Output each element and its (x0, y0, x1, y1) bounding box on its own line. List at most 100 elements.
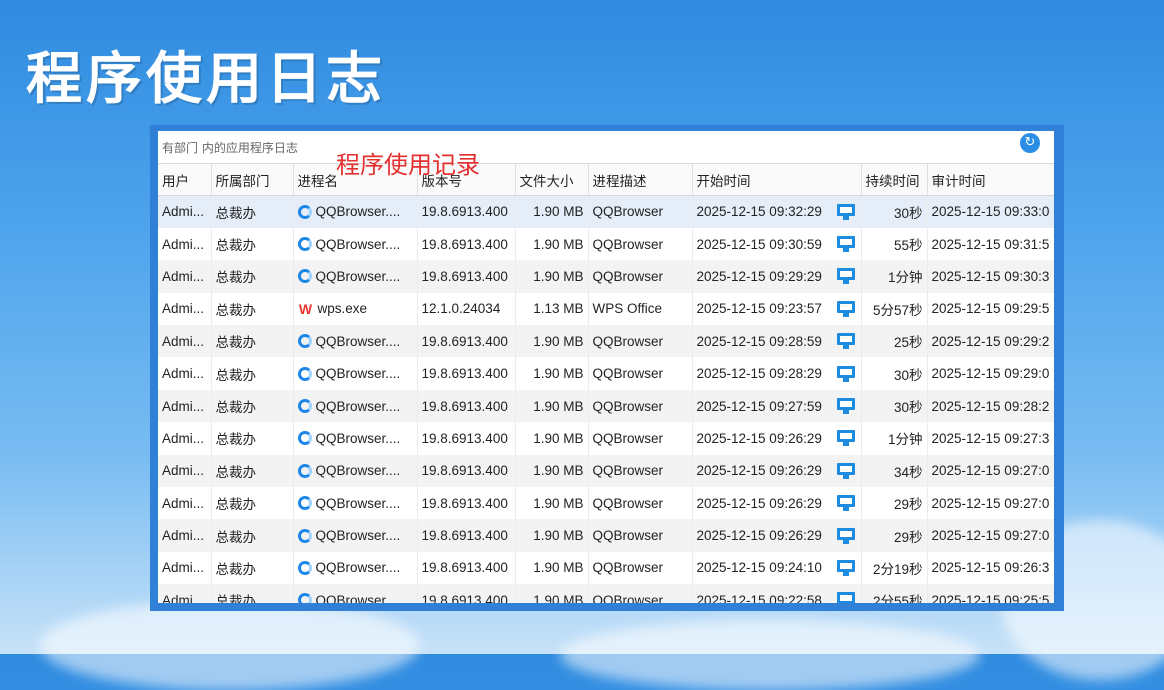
table-row[interactable]: Admi... 总裁办 QQBrowser.... 19.8.6913.400 1.90… (158, 260, 1054, 293)
dept-cell: 总裁办 (211, 487, 294, 520)
process-name: QQBrowser.... (315, 333, 401, 349)
dept-cell: 总裁办 (211, 584, 294, 603)
start-time-cell: 2025-12-15 09:26:29 (692, 422, 862, 455)
process-name: QQBrowser.... (315, 592, 401, 603)
monitor-icon[interactable] (836, 300, 855, 317)
user-cell: Admi... (158, 389, 212, 423)
process-cell: QQBrowser.... (293, 260, 418, 293)
monitor-icon[interactable] (836, 527, 855, 544)
process-name: QQBrowser.... (315, 430, 401, 446)
description-cell: QQBrowser (588, 584, 693, 603)
monitor-icon[interactable] (836, 333, 855, 350)
table-row[interactable]: Admi... 总裁办 QQBrowser.... 19.8.6913.400 1.90… (158, 422, 1054, 455)
annotation-label: 程序使用记录 (336, 151, 480, 179)
scope-description: 有部门 内的应用程序日志 (162, 141, 298, 155)
monitor-icon[interactable] (836, 203, 855, 220)
audit-time-cell: 2025-12-15 09:27:3 (927, 422, 1054, 455)
audit-time-cell: 2025-12-15 09:30:3 (927, 260, 1054, 293)
user-cell: Admi... (158, 260, 212, 293)
description-cell: QQBrowser (588, 519, 693, 552)
start-time-text: 2025-12-15 09:23:57 (696, 301, 822, 317)
process-cell: QQBrowser.... (293, 422, 418, 455)
column-header[interactable]: 持续时间 (861, 163, 928, 196)
process-cell: QQBrowser.... (293, 357, 418, 390)
start-time-text: 2025-12-15 09:29:29 (696, 268, 822, 284)
table-row[interactable]: Admi... 总裁办 QQBrowser.... 19.8.6913.400 1.90… (158, 551, 1054, 585)
dept-cell: 总裁办 (211, 292, 294, 326)
user-cell: Admi... (158, 292, 212, 326)
duration-cell: 29秒 (861, 519, 928, 552)
column-header[interactable]: 文件大小 (515, 163, 589, 196)
process-name: QQBrowser.... (315, 528, 401, 544)
start-time-cell: 2025-12-15 09:28:59 (692, 325, 862, 358)
monitor-icon[interactable] (836, 365, 855, 382)
table-row[interactable]: Admi... 总裁办 QQBrowser.... 19.8.6913.400 1.90… (158, 389, 1054, 423)
column-header[interactable]: 进程描述 (588, 163, 693, 196)
size-cell: 1.90 MB (515, 519, 589, 552)
monitor-icon[interactable] (836, 462, 855, 479)
version-cell: 19.8.6913.400 (417, 260, 516, 293)
slide-title: 程序使用日志 (26, 47, 386, 112)
description-cell: QQBrowser (588, 422, 693, 455)
column-header[interactable]: 开始时间 (692, 163, 862, 196)
column-header[interactable]: 用户 (158, 163, 212, 196)
qqbrowser-icon (297, 269, 312, 284)
user-cell: Admi... (158, 454, 212, 488)
monitor-icon[interactable] (836, 268, 855, 285)
duration-cell: 2分55秒 (861, 584, 928, 603)
table-row[interactable]: Admi... 总裁办 QQBrowser.... 19.8.6913.400 1.90… (158, 454, 1054, 488)
version-cell: 19.8.6913.400 (417, 422, 516, 455)
audit-time-cell: 2025-12-15 09:26:3 (927, 551, 1054, 585)
version-cell: 19.8.6913.400 (417, 551, 516, 585)
monitor-icon[interactable] (836, 495, 855, 512)
table-row[interactable]: Admi... 总裁办 QQBrowser.... 19.8.6913.400 1.90… (158, 584, 1054, 603)
refresh-icon[interactable]: ↻ (1020, 133, 1040, 153)
dept-cell: 总裁办 (211, 195, 294, 228)
size-cell: 1.90 MB (515, 389, 589, 423)
size-cell: 1.13 MB (515, 292, 589, 326)
version-cell: 12.1.0.24034 (417, 292, 516, 326)
start-time-text: 2025-12-15 09:24:10 (696, 560, 822, 576)
monitor-icon[interactable] (836, 559, 855, 576)
table-row[interactable]: Admi... 总裁办 QQBrowser.... 19.8.6913.400 1.90… (158, 519, 1054, 552)
size-cell: 1.90 MB (515, 227, 589, 261)
duration-cell: 1分钟 (861, 260, 928, 293)
audit-time-cell: 2025-12-15 09:29:2 (927, 325, 1054, 358)
process-cell: QQBrowser.... (293, 195, 418, 228)
start-time-text: 2025-12-15 09:32:29 (696, 204, 822, 220)
table-row[interactable]: Admi... 总裁办 QQBrowser.... 19.8.6913.400 1.90… (158, 195, 1054, 228)
monitor-icon[interactable] (836, 592, 855, 603)
table-row[interactable]: Admi... 总裁办 QQBrowser.... 19.8.6913.400 1.90… (158, 487, 1054, 520)
start-time-text: 2025-12-15 09:26:29 (696, 430, 822, 446)
user-cell: Admi... (158, 584, 212, 603)
process-cell: QQBrowser.... (293, 227, 418, 261)
column-header[interactable]: 审计时间 (927, 163, 1054, 196)
monitor-icon[interactable] (836, 430, 855, 447)
size-cell: 1.90 MB (515, 260, 589, 293)
start-time-text: 2025-12-15 09:27:59 (696, 398, 822, 414)
column-header[interactable]: 所属部门 (211, 163, 294, 196)
table-row[interactable]: Admi... 总裁办 QQBrowser.... 19.8.6913.400 1.90… (158, 227, 1054, 261)
window-topbar: 有部门 内的应用程序日志 ↻ (158, 131, 1054, 163)
monitor-icon[interactable] (836, 398, 855, 415)
size-cell: 1.90 MB (515, 454, 589, 488)
process-name: QQBrowser.... (315, 495, 401, 511)
start-time-text: 2025-12-15 09:28:59 (696, 333, 822, 349)
start-time-cell: 2025-12-15 09:23:57 (692, 292, 862, 326)
table-row[interactable]: Admi... 总裁办 QQBrowser.... 19.8.6913.400 1.90… (158, 357, 1054, 390)
process-cell: QQBrowser.... (293, 519, 418, 552)
size-cell: 1.90 MB (515, 325, 589, 358)
version-cell: 19.8.6913.400 (417, 325, 516, 358)
table-row[interactable]: Admi... 总裁办 QQBrowser.... 19.8.6913.400 1.90… (158, 325, 1054, 358)
qqbrowser-icon (297, 560, 312, 575)
duration-cell: 29秒 (861, 487, 928, 520)
wps-icon: W (298, 300, 313, 317)
size-cell: 1.90 MB (515, 422, 589, 455)
screenshot-frame: 有部门 内的应用程序日志 ↻ 用户 所属部门 进程名 版本号 文件大小 进程描述 开始时间持… (150, 125, 1064, 611)
description-cell: WPS Office (588, 292, 693, 326)
audit-time-cell: 2025-12-15 09:33:0 (927, 195, 1054, 228)
table-row[interactable]: Admi... 总裁办 Wwps.exe 12.1.0.24034 1.13 MB WPS… (158, 292, 1054, 326)
monitor-icon[interactable] (836, 236, 855, 253)
process-cell: QQBrowser.... (293, 454, 418, 488)
background-cloud (40, 600, 420, 690)
